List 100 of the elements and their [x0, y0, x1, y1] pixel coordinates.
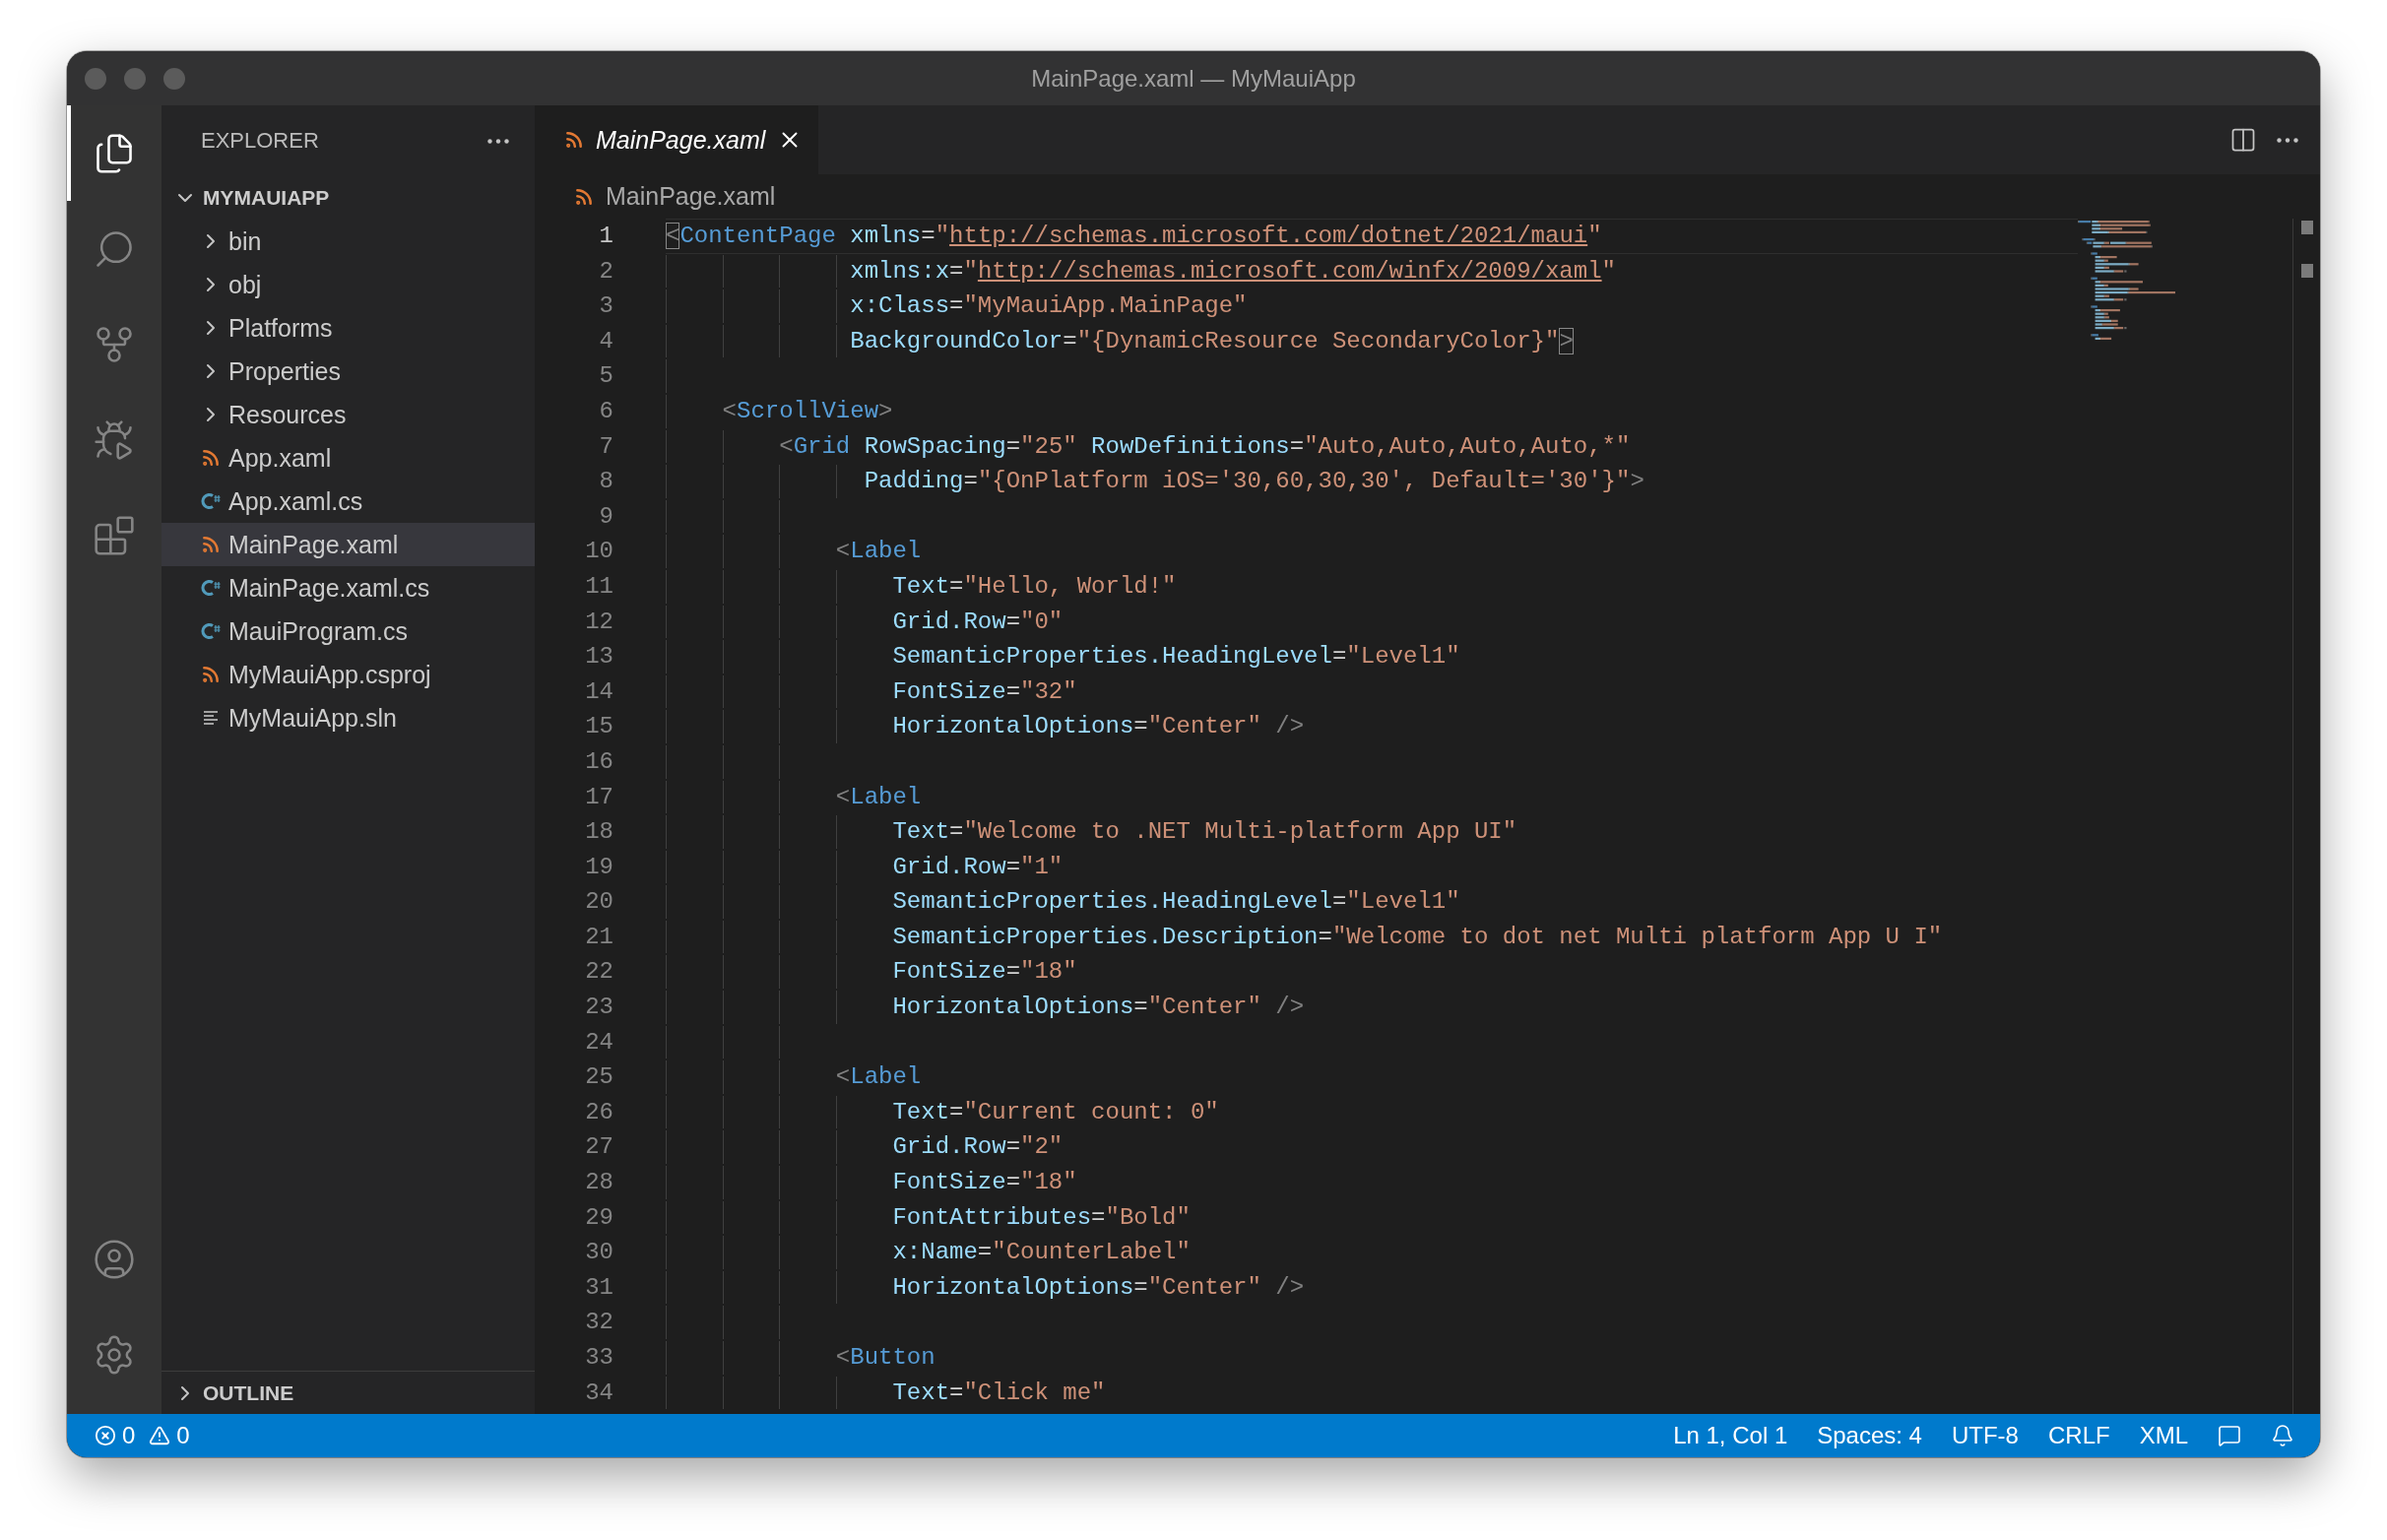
tree-item[interactable]: MainPage.xaml: [161, 523, 535, 566]
line-number: 30: [585, 1238, 613, 1268]
tree-item[interactable]: MainPage.xaml.cs: [161, 566, 535, 610]
sidebar-title: EXPLORER: [201, 128, 319, 154]
code-line: Text="Click me": [892, 1379, 1106, 1406]
code-line: FontAttributes="Bold": [892, 1203, 1191, 1231]
line-number: 7: [599, 431, 613, 462]
code-line: <Label: [835, 783, 922, 810]
zoom-window-button[interactable]: [163, 67, 185, 90]
line-number: 10: [585, 537, 613, 567]
problems-button[interactable]: 0 0: [95, 1422, 190, 1449]
line-number: 12: [585, 607, 613, 637]
breadcrumb-item[interactable]: MainPage.xaml: [606, 182, 776, 211]
tree-item[interactable]: obj: [161, 263, 535, 306]
line-number: 34: [585, 1378, 613, 1408]
close-window-button[interactable]: [85, 67, 106, 90]
code-line: FontSize="18": [892, 958, 1077, 986]
line-number: 31: [585, 1272, 613, 1303]
code-line: Grid.Row="1": [892, 853, 1064, 880]
rss-icon: [564, 130, 584, 150]
code-line: SemanticProperties.HeadingLevel="Level1": [892, 643, 1460, 671]
code-line: x:Class="MyMauiApp.MainPage": [850, 292, 1248, 320]
minimize-window-button[interactable]: [124, 67, 146, 90]
more-actions-button[interactable]: [485, 136, 511, 146]
line-number: 26: [585, 1097, 613, 1127]
ellipsis-icon: [2277, 137, 2298, 143]
code-line: FontSize="32": [892, 677, 1077, 705]
code-line: HorizontalOptions="Center" />: [892, 713, 1305, 740]
line-number: 24: [585, 1027, 613, 1058]
line-number: 19: [585, 852, 613, 882]
line-number: 13: [585, 642, 613, 673]
rss-icon: [574, 186, 594, 207]
status-item[interactable]: Spaces: 4: [1817, 1422, 1922, 1449]
tree-item[interactable]: MauiProgram.cs: [161, 610, 535, 653]
line-number: 2: [599, 256, 613, 287]
line-number: 29: [585, 1202, 613, 1233]
speech-bubble-icon[interactable]: [2218, 1424, 2241, 1447]
c-sharp-icon: [200, 620, 222, 642]
line-number: 33: [585, 1343, 613, 1373]
line-number: 23: [585, 993, 613, 1023]
line-number: 27: [585, 1132, 613, 1163]
code-line: SemanticProperties.HeadingLevel="Level1": [892, 888, 1460, 916]
line-number: 6: [599, 396, 613, 426]
status-item[interactable]: CRLF: [2047, 1422, 2110, 1449]
account-icon: [93, 1237, 136, 1281]
split-editor-icon: [2229, 126, 2257, 154]
c-sharp-icon: [200, 490, 222, 512]
code-line: SemanticProperties.Description="Welcome to dot net Multi platform App U I": [892, 923, 1943, 950]
code-line: FontSize="18": [892, 1169, 1077, 1196]
tree-item[interactable]: App.xaml.cs: [161, 480, 535, 523]
line-number: 25: [585, 1062, 613, 1093]
tree-item[interactable]: bin: [161, 220, 535, 263]
line-number: 14: [585, 676, 613, 707]
code-line: BackgroundColor="{DynamicResource SecondaryColor}">: [850, 327, 1574, 354]
code-line: x:Name="CounterLabel": [892, 1239, 1191, 1266]
line-number: 16: [585, 746, 613, 777]
rss-icon: [201, 448, 221, 468]
more-actions-button[interactable]: [2275, 135, 2300, 145]
bell-icon[interactable]: [2271, 1424, 2294, 1447]
rss-icon: [201, 535, 221, 554]
tree-item[interactable]: Platforms: [161, 306, 535, 350]
ellipsis-icon: [487, 138, 509, 144]
code-line: HorizontalOptions="Center" />: [892, 994, 1305, 1021]
line-number: 20: [585, 887, 613, 918]
blocks-icon: [93, 513, 136, 557]
line-number: 18: [585, 817, 613, 848]
code-line: <Button: [835, 1344, 935, 1371]
line-number: 28: [585, 1168, 613, 1198]
tree-item[interactable]: App.xaml: [161, 436, 535, 480]
line-number: 4: [599, 326, 613, 356]
code-line: <ContentPage xmlns="http://schemas.microsoft.com/dotnet/2021/maui": [666, 223, 1602, 249]
tree-item[interactable]: Resources: [161, 393, 535, 436]
error-icon: [95, 1425, 116, 1446]
status-item[interactable]: UTF-8: [1951, 1422, 2019, 1449]
code-line: <ScrollView>: [722, 397, 893, 424]
tree-item[interactable]: MYMAUIAPP: [161, 176, 535, 220]
window-title: MainPage.xaml — MyMauiApp: [1031, 64, 1356, 93]
code-line: <Label: [835, 1063, 922, 1091]
warning-icon: [149, 1425, 171, 1446]
status-item[interactable]: XML: [2139, 1422, 2188, 1449]
line-number: 22: [585, 957, 613, 988]
code-line: HorizontalOptions="Center" />: [892, 1273, 1305, 1301]
line-number: 11: [585, 571, 613, 602]
tree-item[interactable]: MyMauiApp.sln: [161, 696, 535, 739]
line-number: 15: [585, 712, 613, 742]
editor-tab[interactable]: MainPage.xaml: [535, 105, 819, 174]
status-item[interactable]: Ln 1, Col 1: [1673, 1422, 1788, 1449]
line-number: 9: [599, 501, 613, 532]
code-line: <Grid RowSpacing="25" RowDefinitions="Auto,Auto,Auto,Auto,*": [779, 432, 1631, 460]
tree-item[interactable]: Properties: [161, 350, 535, 393]
line-number: 8: [599, 467, 613, 497]
code-line: <Label: [835, 538, 922, 565]
code-line: Text="Hello, World!": [892, 572, 1177, 600]
line-number: 5: [599, 361, 613, 392]
lines-icon: [202, 709, 220, 727]
line-number: 32: [585, 1308, 613, 1338]
code-line: Text="Welcome to .NET Multi-platform App UI": [892, 818, 1517, 846]
code-line: Text="Current count: 0": [892, 1098, 1219, 1125]
tree-item[interactable]: MyMauiApp.csproj: [161, 653, 535, 696]
line-number: 21: [585, 922, 613, 952]
